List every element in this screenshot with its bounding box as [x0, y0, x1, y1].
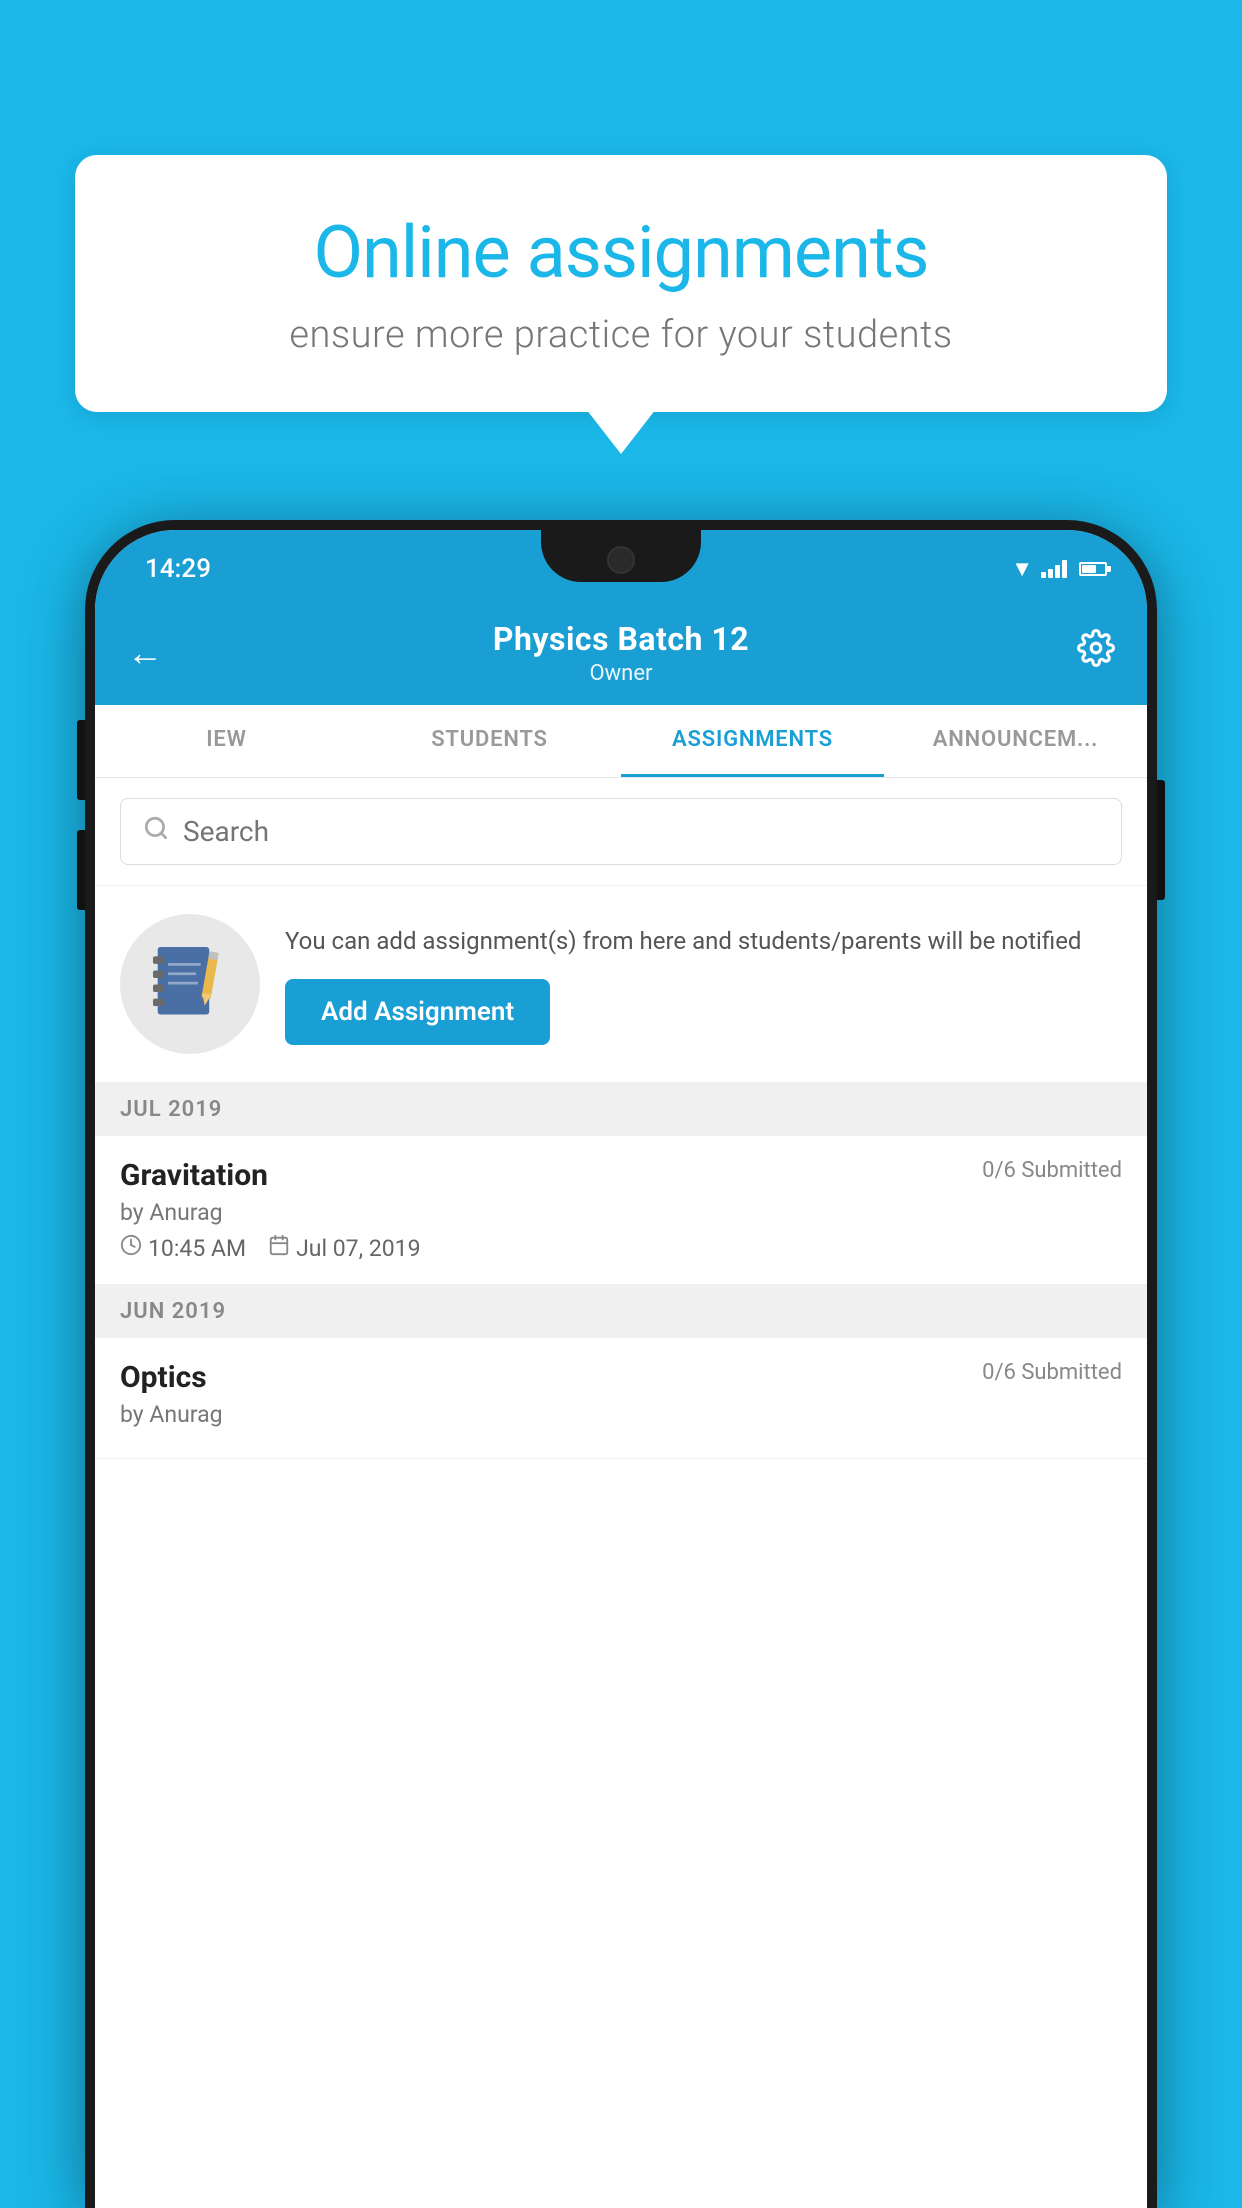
assignment-meta: 10:45 AM Jul 07, 2019: [120, 1234, 1122, 1262]
header-subtitle: Owner: [182, 661, 1060, 686]
promo-description: You can add assignment(s) from here and …: [285, 923, 1122, 959]
assignment-author-optics: by Anurag: [120, 1401, 1122, 1428]
calendar-icon: [268, 1234, 290, 1262]
month-header-jul: JUL 2019: [95, 1083, 1147, 1136]
assignment-item-optics[interactable]: Optics 0/6 Submitted by Anurag: [95, 1338, 1147, 1459]
search-bar[interactable]: [120, 798, 1122, 865]
notebook-icon: [153, 942, 228, 1027]
tab-iew[interactable]: IEW: [95, 705, 358, 777]
assignment-top-row: Gravitation 0/6 Submitted: [120, 1158, 1122, 1193]
tabs-container: IEW STUDENTS ASSIGNMENTS ANNOUNCEM...: [95, 705, 1147, 778]
tab-assignments[interactable]: ASSIGNMENTS: [621, 705, 884, 777]
status-icons: ▼: [1011, 556, 1107, 582]
wifi-icon: ▼: [1011, 556, 1033, 582]
search-input[interactable]: [183, 815, 1099, 848]
assignment-date: Jul 07, 2019: [268, 1234, 420, 1262]
search-icon: [143, 815, 169, 848]
volume-up-button[interactable]: [77, 720, 85, 800]
assignment-author: by Anurag: [120, 1199, 1122, 1226]
back-button[interactable]: ←: [127, 632, 182, 674]
speech-bubble-title: Online assignments: [140, 210, 1102, 295]
assignment-time: 10:45 AM: [120, 1234, 246, 1262]
assignment-title-optics: Optics: [120, 1360, 207, 1395]
volume-down-button[interactable]: [77, 830, 85, 910]
phone-screen: 14:29 ▼ ← Physics Batch 12 Owner: [95, 530, 1147, 2208]
promo-content: You can add assignment(s) from here and …: [285, 923, 1122, 1045]
battery-icon: [1079, 562, 1107, 576]
settings-button[interactable]: [1060, 629, 1115, 676]
assignment-item-gravitation[interactable]: Gravitation 0/6 Submitted by Anurag 10:4…: [95, 1136, 1147, 1285]
power-button[interactable]: [1157, 780, 1165, 900]
month-header-jun: JUN 2019: [95, 1285, 1147, 1338]
phone-content: You can add assignment(s) from here and …: [95, 778, 1147, 2208]
assignment-top-row-optics: Optics 0/6 Submitted: [120, 1360, 1122, 1395]
assignment-title: Gravitation: [120, 1158, 268, 1193]
promo-icon-circle: [120, 914, 260, 1054]
search-container: [95, 778, 1147, 885]
status-time: 14:29: [145, 554, 211, 584]
speech-bubble-subtitle: ensure more practice for your students: [140, 313, 1102, 357]
header-title: Physics Batch 12: [182, 620, 1060, 658]
header-title-container: Physics Batch 12 Owner: [182, 620, 1060, 686]
front-camera: [607, 546, 635, 574]
app-header: ← Physics Batch 12 Owner: [95, 600, 1147, 705]
add-assignment-button[interactable]: Add Assignment: [285, 979, 550, 1045]
clock-icon: [120, 1234, 142, 1262]
phone-notch: [541, 530, 701, 582]
promo-section: You can add assignment(s) from here and …: [95, 885, 1147, 1083]
assignment-submitted-optics: 0/6 Submitted: [982, 1360, 1122, 1385]
speech-bubble: Online assignments ensure more practice …: [75, 155, 1167, 412]
assignment-submitted: 0/6 Submitted: [982, 1158, 1122, 1183]
tab-announcements[interactable]: ANNOUNCEM...: [884, 705, 1147, 777]
tab-students[interactable]: STUDENTS: [358, 705, 621, 777]
phone-frame: 14:29 ▼ ← Physics Batch 12 Owner: [85, 520, 1157, 2208]
signal-icon: [1041, 560, 1067, 578]
date-value: Jul 07, 2019: [296, 1235, 420, 1262]
time-value: 10:45 AM: [148, 1235, 246, 1262]
speech-bubble-container: Online assignments ensure more practice …: [75, 155, 1167, 412]
